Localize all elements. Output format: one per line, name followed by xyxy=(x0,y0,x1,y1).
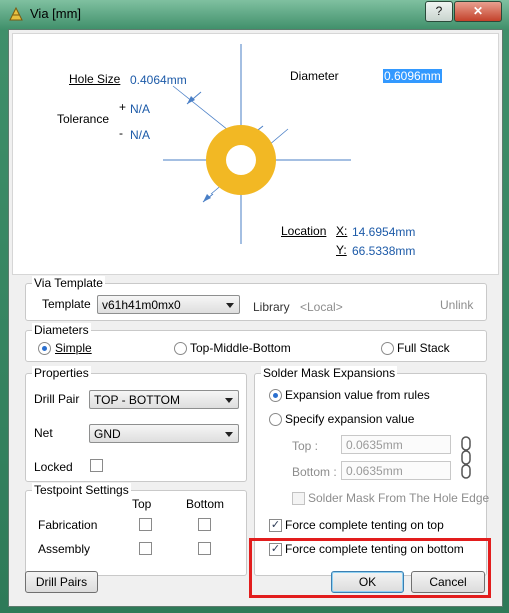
radio-expansion-from-rules[interactable] xyxy=(269,389,282,402)
properties-title: Properties xyxy=(32,366,91,380)
properties-group: Properties Drill Pair TOP - BOTTOM Net G… xyxy=(25,366,247,482)
library-label: Library xyxy=(253,300,290,314)
location-y-value[interactable]: 66.5338mm xyxy=(352,244,415,258)
tenting-top-checkbox[interactable]: ✓ xyxy=(269,519,282,532)
app-icon xyxy=(9,6,23,21)
diameter-value[interactable]: 0.6096mm xyxy=(383,69,442,83)
radio-specify-expansion-label[interactable]: Specify expansion value xyxy=(285,412,414,426)
location-label: Location xyxy=(281,224,327,238)
drill-pair-label: Drill Pair xyxy=(34,392,80,406)
chevron-down-icon xyxy=(226,303,234,308)
tolerance-plus-sign: + xyxy=(119,100,127,114)
locked-label: Locked xyxy=(34,460,73,474)
via-template-title: Via Template xyxy=(32,276,105,290)
radio-simple-label[interactable]: Simple xyxy=(55,341,92,355)
assembly-top-checkbox[interactable] xyxy=(139,542,152,555)
location-y-label: Y: xyxy=(336,243,347,257)
fabrication-bottom-checkbox[interactable] xyxy=(198,518,211,531)
close-button[interactable]: ✕ xyxy=(454,1,502,22)
from-hole-edge-checkbox[interactable] xyxy=(292,492,305,505)
diameters-title: Diameters xyxy=(32,323,91,337)
dialog-client-area: Hole Size 0.4064mm Tolerance + N/A - N/A… xyxy=(8,29,503,607)
top-expansion-field[interactable]: 0.0635mm xyxy=(341,435,451,454)
net-combo[interactable]: GND xyxy=(89,424,239,443)
drill-pairs-button[interactable]: Drill Pairs xyxy=(25,571,98,593)
radio-full-stack[interactable] xyxy=(381,342,394,355)
via-dialog-window: Via [mm] ? ✕ Hole Size 0.4064mm Toleranc… xyxy=(0,0,509,613)
unlink-button[interactable]: Unlink xyxy=(440,298,473,312)
drill-pair-combo[interactable]: TOP - BOTTOM xyxy=(89,390,239,409)
testpoint-row-assembly: Assembly xyxy=(38,542,91,556)
via-template-group: Via Template Template v61h41m0mx0 Librar… xyxy=(25,276,487,321)
top-expansion-label: Top : xyxy=(292,439,319,453)
location-x-value[interactable]: 14.6954mm xyxy=(352,225,415,239)
radio-specify-expansion[interactable] xyxy=(269,413,282,426)
template-value: v61h41m0mx0 xyxy=(102,298,181,312)
tolerance-plus-value[interactable]: N/A xyxy=(130,102,150,116)
tolerance-minus-sign: - xyxy=(119,126,123,140)
help-button[interactable]: ? xyxy=(425,1,453,22)
testpoint-col-top: Top xyxy=(132,497,152,511)
from-hole-edge-label: Solder Mask From The Hole Edge xyxy=(308,491,490,505)
hole-size-label: Hole Size xyxy=(69,72,121,86)
fabrication-top-checkbox[interactable] xyxy=(139,518,152,531)
testpoint-row-fabrication: Fabrication xyxy=(38,518,98,532)
radio-top-middle-bottom[interactable] xyxy=(174,342,187,355)
tolerance-label: Tolerance xyxy=(57,112,110,126)
radio-expansion-from-rules-label[interactable]: Expansion value from rules xyxy=(285,388,430,402)
cancel-button[interactable]: Cancel xyxy=(411,571,485,593)
radio-full-stack-label[interactable]: Full Stack xyxy=(397,341,450,355)
tolerance-minus-value[interactable]: N/A xyxy=(130,128,150,142)
testpoint-col-bottom: Bottom xyxy=(186,497,225,511)
template-label: Template xyxy=(42,297,91,311)
net-label: Net xyxy=(34,426,53,440)
net-value: GND xyxy=(94,427,121,441)
via-hole xyxy=(226,145,256,175)
ok-button[interactable]: OK xyxy=(331,571,404,593)
diameter-label: Diameter xyxy=(290,69,339,83)
locked-checkbox[interactable] xyxy=(90,459,103,472)
testpoint-title: Testpoint Settings xyxy=(32,483,131,497)
hole-size-value[interactable]: 0.4064mm xyxy=(130,73,187,87)
radio-top-middle-bottom-label[interactable]: Top-Middle-Bottom xyxy=(190,341,291,355)
testpoint-group: Testpoint Settings Top Bottom Fabricatio… xyxy=(25,483,247,576)
drill-pair-value: TOP - BOTTOM xyxy=(94,393,181,407)
location-x-label: X: xyxy=(336,224,348,238)
template-combo[interactable]: v61h41m0mx0 xyxy=(97,295,240,314)
library-value: <Local> xyxy=(300,300,343,314)
window-title: Via [mm] xyxy=(30,6,82,21)
tenting-top-label[interactable]: Force complete tenting on top xyxy=(285,518,444,532)
solder-mask-title: Solder Mask Expansions xyxy=(261,366,398,380)
assembly-bottom-checkbox[interactable] xyxy=(198,542,211,555)
chevron-down-icon xyxy=(225,398,233,403)
title-bar[interactable]: Via [mm] ? ✕ xyxy=(0,0,509,28)
chevron-down-icon xyxy=(225,432,233,437)
chain-link-icon[interactable] xyxy=(460,436,472,480)
bottom-expansion-field[interactable]: 0.0635mm xyxy=(341,461,451,480)
bottom-expansion-label: Bottom : xyxy=(292,465,337,479)
via-diagram: Hole Size 0.4064mm Tolerance + N/A - N/A… xyxy=(12,33,499,275)
radio-simple[interactable] xyxy=(38,342,51,355)
diameters-group: Diameters Simple Top-Middle-Bottom Full … xyxy=(25,323,487,362)
